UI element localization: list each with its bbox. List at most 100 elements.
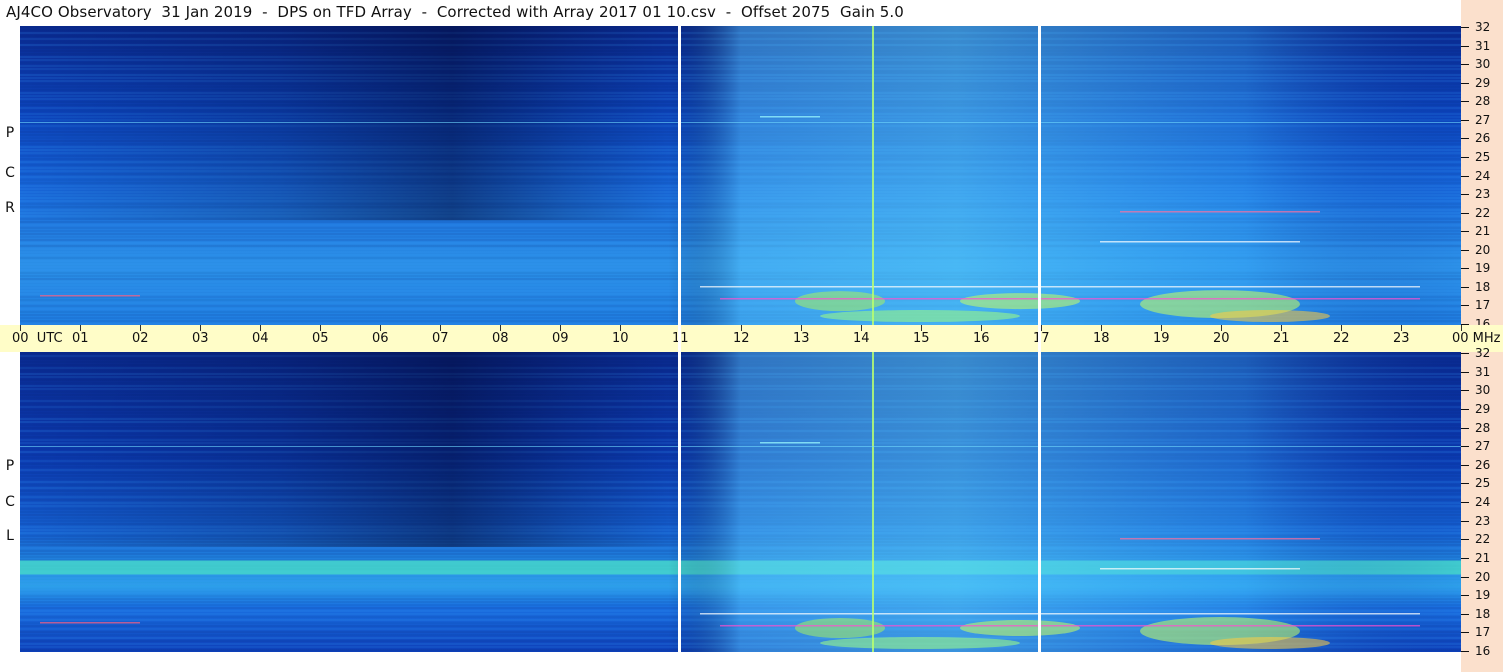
- mhz-tick-label: 28: [1475, 94, 1491, 108]
- mhz-tick-mark: [1461, 390, 1469, 391]
- emission-burst: [960, 620, 1080, 636]
- mhz-tick-label: 29: [1475, 76, 1491, 90]
- emission-burst: [1210, 637, 1330, 649]
- utc-tick-label: 19: [1153, 331, 1170, 346]
- mhz-tick-label: 28: [1475, 421, 1491, 435]
- rcp-spectrogram-image: [20, 26, 1461, 325]
- mhz-tick-mark: [1461, 465, 1469, 466]
- mhz-tick-mark: [1461, 353, 1469, 354]
- mhz-tick-label: 22: [1475, 206, 1491, 220]
- horizontal-interference-line: [20, 122, 1461, 123]
- mhz-tick-label: 32: [1475, 20, 1491, 34]
- utc-tick-label: 00 MHz: [1452, 331, 1501, 346]
- emission-line: [1120, 211, 1320, 213]
- utc-tick-label: 23: [1393, 331, 1410, 346]
- mhz-tick-label: 20: [1475, 570, 1491, 584]
- mhz-tick-label: 21: [1475, 551, 1491, 565]
- emission-line: [760, 442, 820, 444]
- rcp-label-letter-1: P: [5, 125, 15, 141]
- emission-line: [1100, 241, 1300, 243]
- emission-line: [720, 625, 1420, 627]
- page-title: AJ4CO Observatory 31 Jan 2019 - DPS on T…: [6, 3, 904, 21]
- mhz-tick-label: 20: [1475, 243, 1491, 257]
- mhz-tick-mark: [1461, 483, 1469, 484]
- utc-tick-label: 18: [1093, 331, 1110, 346]
- mhz-tick-mark: [1461, 409, 1469, 410]
- lcp-label-letter-3: L: [6, 528, 14, 544]
- emission-burst: [820, 637, 1020, 649]
- spectrogram-night-overlay: [20, 26, 1461, 221]
- mhz-tick-label: 19: [1475, 261, 1491, 275]
- mhz-tick-label: 22: [1475, 532, 1491, 546]
- utc-tick-label: 05: [312, 331, 329, 346]
- mhz-tick-label: 25: [1475, 150, 1491, 164]
- emission-line: [40, 295, 140, 297]
- mhz-tick-mark: [1461, 614, 1469, 615]
- mhz-tick-label: 17: [1475, 298, 1491, 312]
- utc-tick-label: 12: [733, 331, 750, 346]
- mhz-tick-label: 24: [1475, 169, 1491, 183]
- spectrogram-night-overlay: [20, 352, 1461, 547]
- mhz-tick-mark: [1461, 176, 1469, 177]
- mhz-tick-label: 30: [1475, 383, 1491, 397]
- mhz-tick-label: 29: [1475, 402, 1491, 416]
- divider-line-11utc: [678, 26, 681, 652]
- utc-tick-label: 08: [492, 331, 509, 346]
- mhz-tick-mark: [1461, 83, 1469, 84]
- mhz-tick-mark: [1461, 372, 1469, 373]
- mhz-tick-mark: [1461, 521, 1469, 522]
- utc-tick-label: 03: [192, 331, 209, 346]
- mhz-tick-label: 26: [1475, 131, 1491, 145]
- mhz-tick-mark: [1461, 577, 1469, 578]
- mhz-tick-label: 18: [1475, 607, 1491, 621]
- mhz-tick-mark: [1461, 213, 1469, 214]
- mhz-tick-label: 25: [1475, 476, 1491, 490]
- divider-line-17utc: [1038, 26, 1041, 652]
- utc-tick-label: 07: [432, 331, 449, 346]
- emission-line: [720, 298, 1420, 300]
- rcp-spectrogram: [20, 26, 1461, 325]
- utc-tick-label: 06: [372, 331, 389, 346]
- lcp-spectrogram-image: [20, 352, 1461, 652]
- lcp-label-letter-2: C: [5, 494, 15, 510]
- mhz-tick-label: 19: [1475, 588, 1491, 602]
- emission-line: [700, 613, 1420, 615]
- mhz-tick-mark: [1461, 138, 1469, 139]
- lcp-frequency-axis: 32 31 30 29 28 27 26 25 24 23 22 21 20 19 18 17 16: [1461, 347, 1503, 657]
- utc-tick-label: 21: [1273, 331, 1290, 346]
- mhz-tick-mark: [1461, 502, 1469, 503]
- utc-tick-label: 17: [1033, 331, 1050, 346]
- emission-burst: [795, 618, 885, 638]
- utc-tick-label: 16: [973, 331, 990, 346]
- mhz-tick-label: 16: [1475, 644, 1491, 658]
- horizontal-interference-line: [20, 446, 1461, 447]
- emission-line: [1100, 568, 1300, 570]
- mhz-tick-mark: [1461, 27, 1469, 28]
- rcp-frequency-axis: 32 31 30 29 28 27 26 25 24 23 22 21 20 19 18 17 16: [1461, 21, 1503, 330]
- mhz-tick-label: 23: [1475, 514, 1491, 528]
- mhz-tick-mark: [1461, 250, 1469, 251]
- mhz-tick-label: 31: [1475, 365, 1491, 379]
- utc-tick-label: 01: [72, 331, 89, 346]
- mhz-tick-mark: [1461, 428, 1469, 429]
- vertical-interference-line: [872, 352, 874, 652]
- utc-tick-label: 00 UTC: [12, 331, 63, 346]
- mhz-tick-mark: [1461, 446, 1469, 447]
- utc-tick-label: 15: [913, 331, 930, 346]
- mhz-tick-label: 24: [1475, 495, 1491, 509]
- utc-tick-label: 20: [1213, 331, 1230, 346]
- mhz-tick-mark: [1461, 651, 1469, 652]
- mhz-tick-mark: [1461, 46, 1469, 47]
- emission-line: [760, 116, 820, 118]
- mhz-tick-mark: [1461, 595, 1469, 596]
- utc-tick-label: 13: [793, 331, 810, 346]
- vertical-interference-line: [872, 26, 874, 325]
- mhz-tick-label: 23: [1475, 187, 1491, 201]
- mhz-tick-mark: [1461, 194, 1469, 195]
- mhz-tick-label: 31: [1475, 39, 1491, 53]
- mhz-tick-mark: [1461, 632, 1469, 633]
- mhz-tick-mark: [1461, 64, 1469, 65]
- emission-line: [700, 286, 1420, 288]
- mhz-tick-mark: [1461, 101, 1469, 102]
- utc-tick-label: 04: [252, 331, 269, 346]
